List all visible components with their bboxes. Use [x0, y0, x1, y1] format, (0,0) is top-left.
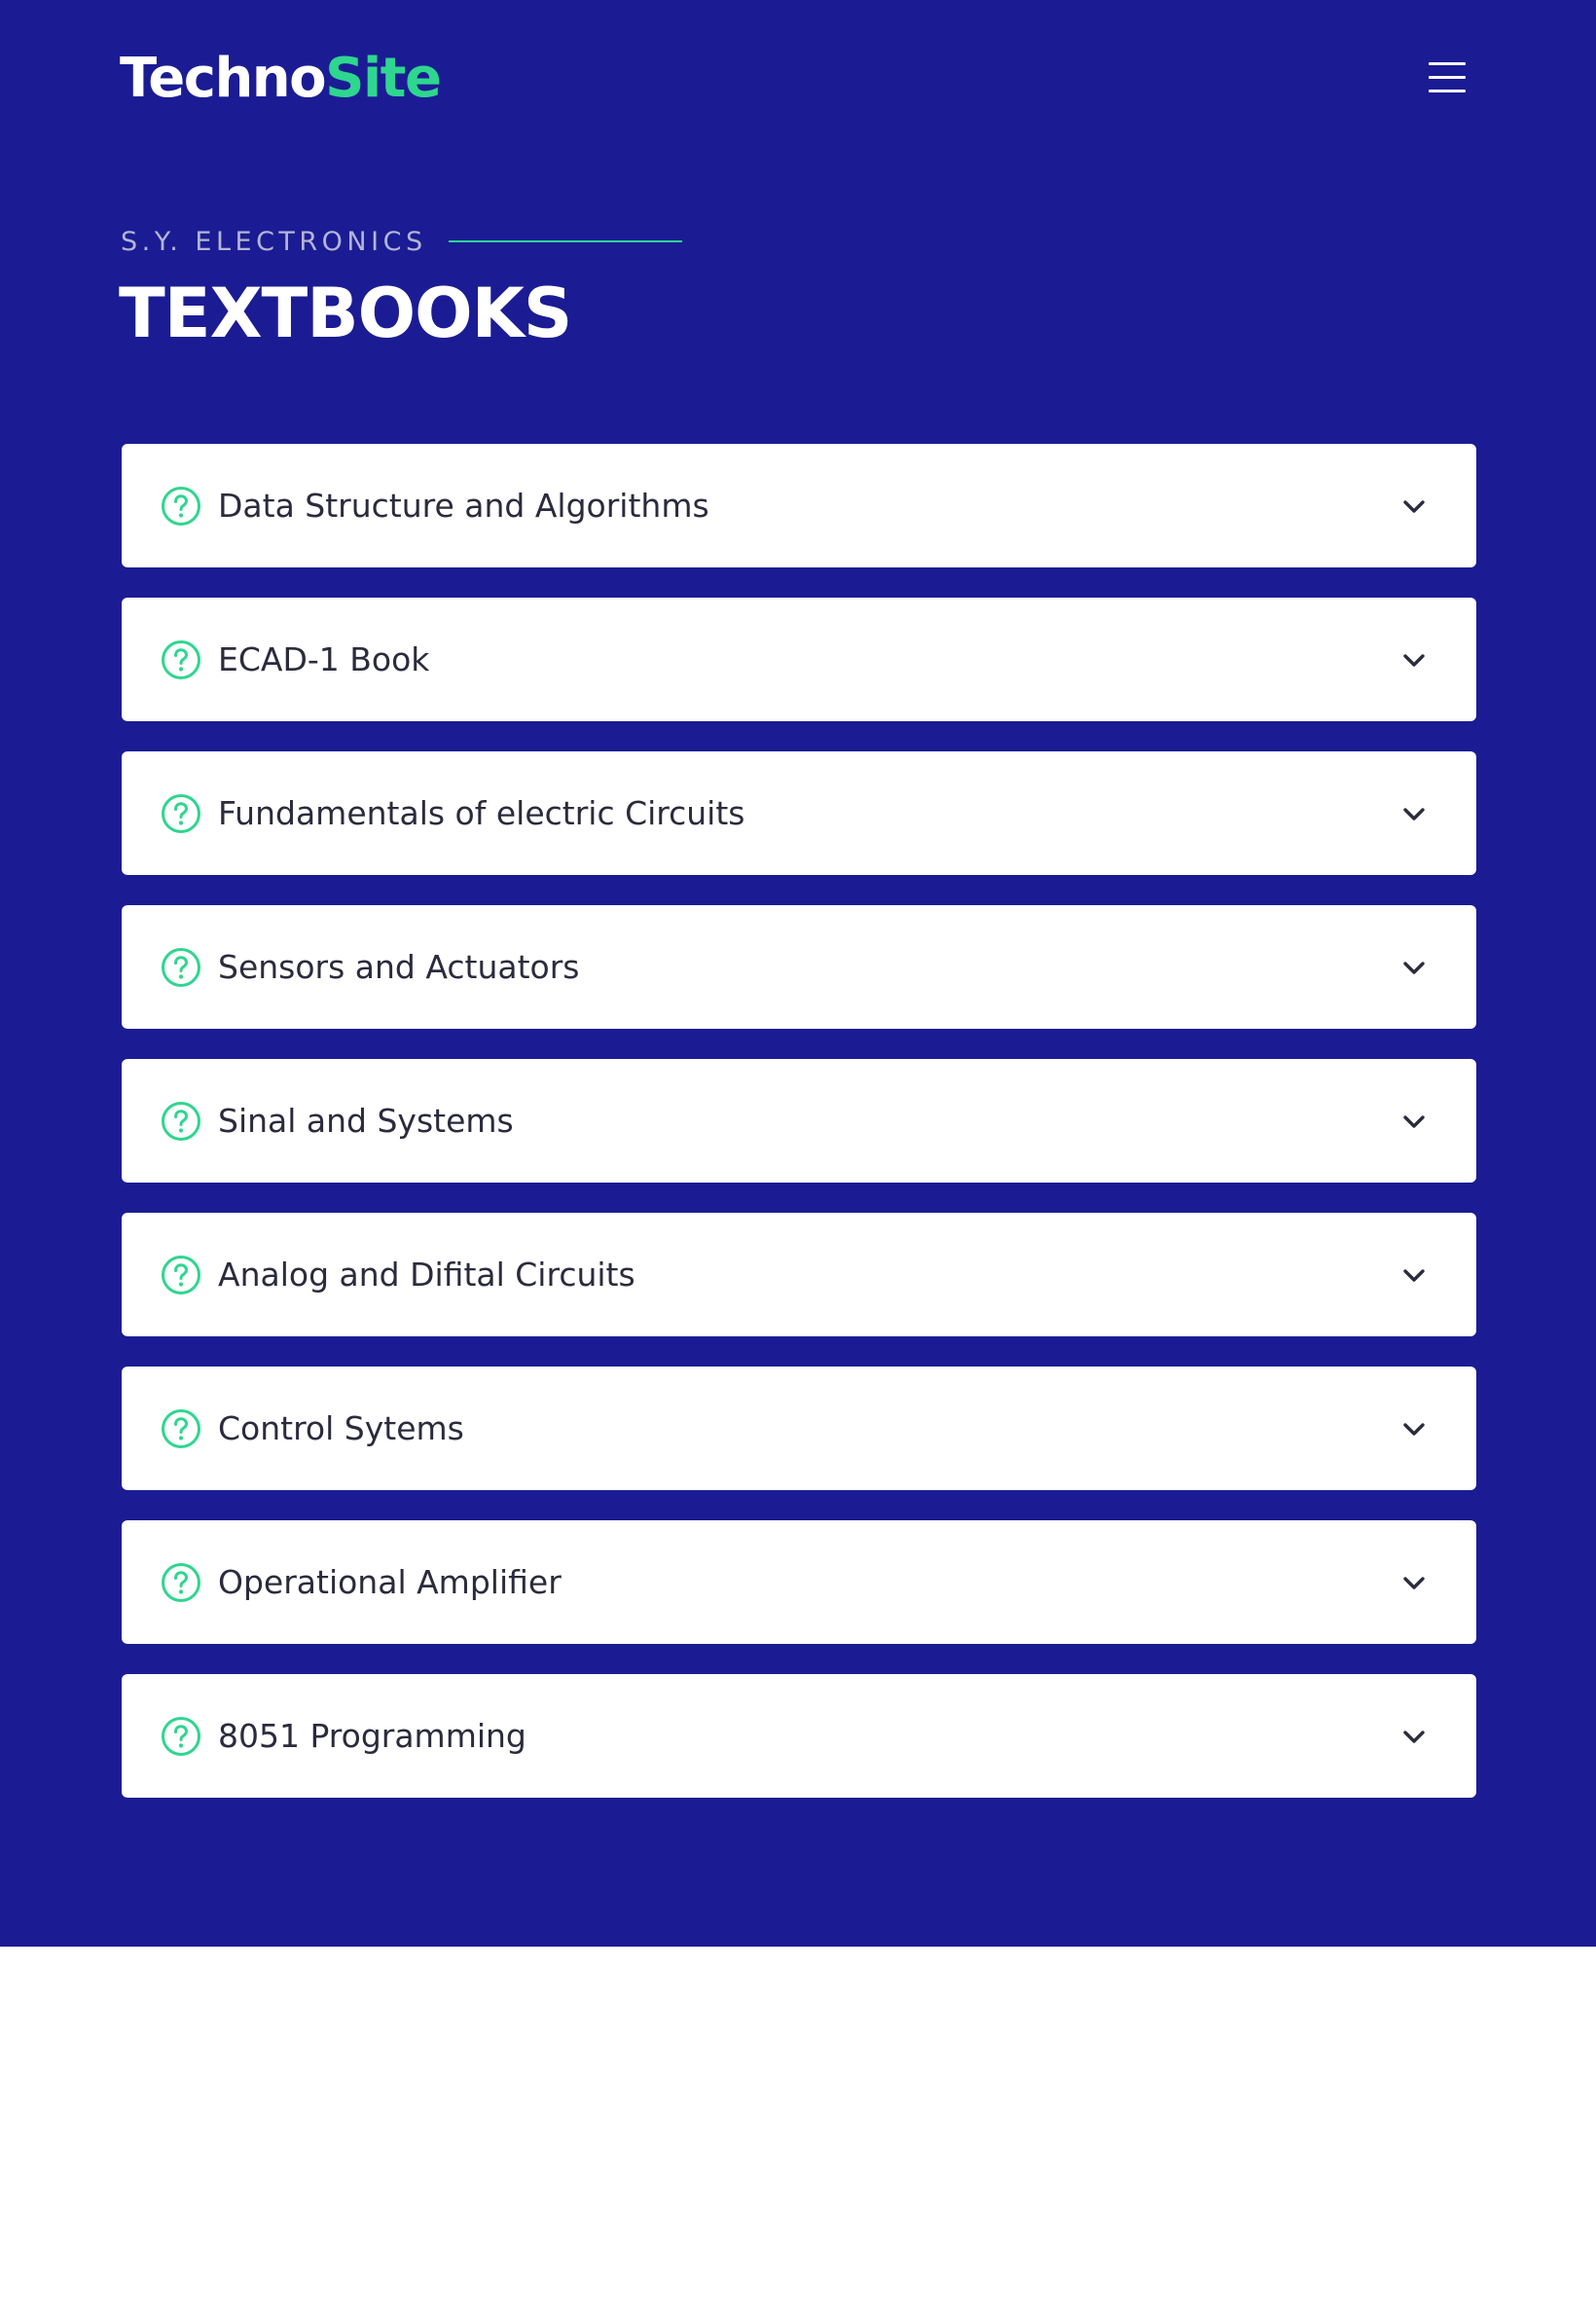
logo-text-accent: Site: [325, 47, 442, 110]
chevron-down-icon[interactable]: [1400, 1418, 1428, 1440]
site-logo[interactable]: TechnoSite: [120, 47, 442, 111]
accordion-item-label: ECAD-1 Book: [218, 640, 430, 678]
page-title: TEXTBOOKS: [119, 273, 572, 353]
menu-bar-bottom: [1429, 90, 1466, 92]
accordion-item-3[interactable]: Fundamentals of electric Circuits: [122, 751, 1476, 875]
question-circle-icon: [162, 640, 200, 679]
accordion-item-8[interactable]: Operational Amplifier: [122, 1520, 1476, 1644]
menu-bar-middle: [1429, 76, 1466, 79]
chevron-down-icon[interactable]: [1400, 649, 1428, 671]
eyebrow-divider: [448, 240, 682, 242]
question-circle-icon: [162, 1256, 200, 1294]
chevron-down-icon[interactable]: [1400, 1726, 1428, 1747]
chevron-down-icon[interactable]: [1400, 957, 1428, 978]
question-circle-icon: [162, 948, 200, 987]
accordion-item-label: Control Sytems: [218, 1409, 464, 1447]
question-circle-icon: [162, 1409, 200, 1448]
accordion-item-label: Sinal and Systems: [218, 1102, 514, 1140]
question-circle-icon: [162, 794, 200, 833]
hero-section: TechnoSite S.Y. ELECTRONICS TEXTBOOKS Da…: [0, 0, 1596, 1947]
accordion-item-2[interactable]: ECAD-1 Book: [122, 598, 1476, 721]
chevron-down-icon[interactable]: [1400, 495, 1428, 517]
hamburger-menu-icon[interactable]: [1423, 56, 1471, 99]
section-eyebrow-text: S.Y. ELECTRONICS: [121, 226, 427, 257]
question-circle-icon: [162, 1717, 200, 1756]
accordion-item-7[interactable]: Control Sytems: [122, 1367, 1476, 1490]
question-circle-icon: [162, 1563, 200, 1602]
logo-text-primary: Techno: [120, 47, 327, 110]
accordion-item-label: Fundamentals of electric Circuits: [218, 794, 745, 832]
accordion-item-label: Data Structure and Algorithms: [218, 487, 709, 525]
menu-bar-top: [1429, 62, 1466, 65]
chevron-down-icon[interactable]: [1400, 1111, 1428, 1132]
accordion-item-label: Operational Amplifier: [218, 1563, 562, 1601]
chevron-down-icon[interactable]: [1400, 1264, 1428, 1286]
textbooks-accordion: Data Structure and Algorithms ECAD-1 Boo…: [122, 444, 1476, 1828]
chevron-down-icon[interactable]: [1400, 803, 1428, 824]
accordion-item-9[interactable]: 8051 Programming: [122, 1674, 1476, 1798]
chevron-down-icon[interactable]: [1400, 1572, 1428, 1593]
question-circle-icon: [162, 1102, 200, 1141]
accordion-item-1[interactable]: Data Structure and Algorithms: [122, 444, 1476, 567]
section-eyebrow: S.Y. ELECTRONICS: [121, 222, 682, 261]
accordion-item-label: Analog and Difital Circuits: [218, 1256, 635, 1294]
accordion-item-label: Sensors and Actuators: [218, 948, 580, 986]
accordion-item-6[interactable]: Analog and Difital Circuits: [122, 1213, 1476, 1336]
accordion-item-4[interactable]: Sensors and Actuators: [122, 905, 1476, 1029]
accordion-item-5[interactable]: Sinal and Systems: [122, 1059, 1476, 1183]
accordion-item-label: 8051 Programming: [218, 1717, 526, 1755]
question-circle-icon: [162, 487, 200, 526]
